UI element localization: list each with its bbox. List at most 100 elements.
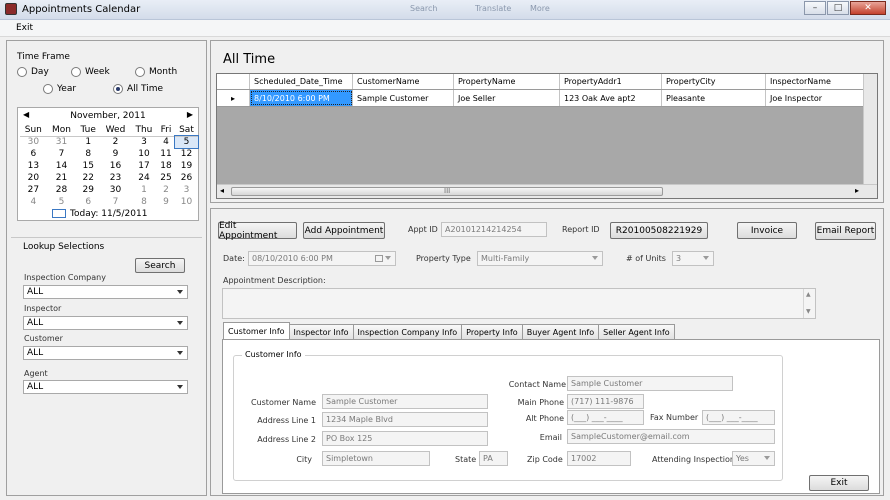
fax-number-field[interactable]: (___) ___-____ [702,410,775,425]
table-cell[interactable]: 123 Oak Ave apt2 [560,90,662,106]
calendar-day[interactable]: 2 [100,136,131,148]
column-header[interactable]: Scheduled_Date_Time [250,74,353,89]
calendar-day[interactable]: 21 [47,172,77,184]
calendar-day[interactable]: 10 [131,148,157,160]
column-header[interactable]: PropertyAddr1 [560,74,662,89]
search-button[interactable]: Search [135,258,185,273]
maximize-icon[interactable]: □ [827,1,849,15]
exit-button[interactable]: Exit [809,475,869,491]
property-type-select[interactable]: Multi-Family [477,251,603,266]
calendar-day[interactable]: 31 [47,136,77,148]
tab-seller-agent-info[interactable]: Seller Agent Info [598,324,675,339]
grid-vertical-scrollbar[interactable] [863,74,877,186]
column-header[interactable]: PropertyCity [662,74,766,89]
edit-appointment-button[interactable]: Edit Appointment [218,221,297,241]
table-cell[interactable]: Pleasante [662,90,766,106]
menu-exit[interactable]: Exit [16,23,33,33]
scroll-up-icon[interactable]: ▲ [806,291,811,298]
calendar-day[interactable]: 5 [173,135,200,149]
minimize-icon[interactable]: – [804,1,826,15]
customer-name-field[interactable]: Sample Customer [322,394,488,409]
column-header[interactable]: PropertyName [454,74,560,89]
table-cell[interactable]: 8/10/2010 6:00 PM [250,90,353,106]
calendar-day[interactable]: 16 [100,160,131,172]
calendar-day[interactable]: 13 [20,160,47,172]
calendar-day[interactable]: 30 [100,184,131,196]
calendar-day[interactable]: 7 [47,148,77,160]
table-cell[interactable]: Joe Inspector [766,90,868,106]
filter-inspection-company-select[interactable]: ALL [23,285,188,299]
calendar-day[interactable]: 9 [157,196,175,208]
calendar-day[interactable]: 14 [47,160,77,172]
tab-customer-info[interactable]: Customer Info [223,322,290,339]
email-field[interactable]: SampleCustomer@email.com [567,429,775,444]
contact-name-field[interactable]: Sample Customer [567,376,733,391]
radio-month[interactable]: Month [135,67,177,77]
calendar-day[interactable]: 8 [76,148,100,160]
calendar-day[interactable]: 29 [76,184,100,196]
radio-all-time[interactable]: All Time [113,84,163,94]
column-header[interactable]: CustomerName [353,74,454,89]
description-textarea[interactable]: ▲ ▼ [222,288,816,319]
units-select[interactable]: 3 [672,251,714,266]
calendar-day[interactable]: 11 [157,148,175,160]
scroll-thumb[interactable]: III [231,187,663,196]
calendar-day[interactable]: 22 [76,172,100,184]
calendar-day[interactable]: 25 [157,172,175,184]
calendar-day[interactable]: 5 [47,196,77,208]
calendar-today-label[interactable]: Today: 11/5/2011 [70,209,147,219]
date-picker[interactable]: 08/10/2010 6:00 PM [248,251,396,266]
description-scrollbar[interactable]: ▲ ▼ [803,289,815,318]
city-field[interactable]: Simpletown [322,451,430,466]
table-row[interactable]: ▸ 8/10/2010 6:00 PM Sample Customer Joe … [217,90,877,107]
filter-customer-select[interactable]: ALL [23,346,188,360]
calendar-day[interactable]: 10 [175,196,198,208]
calendar-day[interactable]: 15 [76,160,100,172]
scroll-left-icon[interactable]: ◂ [220,186,224,195]
address-line-2-field[interactable]: PO Box 125 [322,431,488,446]
calendar-day[interactable]: 12 [175,148,198,160]
calendar-day[interactable]: 6 [76,196,100,208]
tab-buyer-agent-info[interactable]: Buyer Agent Info [521,324,600,339]
calendar-day[interactable]: 30 [20,136,47,148]
radio-week[interactable]: Week [71,67,110,77]
calendar-day[interactable]: 20 [20,172,47,184]
calendar-day[interactable]: 1 [76,136,100,148]
table-cell[interactable]: Sample Customer [353,90,454,106]
calendar-day[interactable]: 23 [100,172,131,184]
tab-inspection-company-info[interactable]: Inspection Company Info [352,324,463,339]
radio-day[interactable]: Day [17,67,49,77]
state-field[interactable]: PA [479,451,508,466]
address-line-1-field[interactable]: 1234 Maple Blvd [322,412,488,427]
filter-agent-select[interactable]: ALL [23,380,188,394]
month-calendar[interactable]: ◀ November, 2011 ▶ Sun Mon Tue Wed Thu Fri Sat… [17,107,200,221]
calendar-day[interactable]: 1 [131,184,157,196]
close-icon[interactable]: ✕ [850,1,886,15]
zip-code-field[interactable]: 17002 [567,451,631,466]
email-report-button[interactable]: Email Report [815,222,876,240]
tab-property-info[interactable]: Property Info [461,324,523,339]
calendar-day[interactable]: 3 [131,136,157,148]
calendar-day[interactable]: 17 [131,160,157,172]
calendar-day[interactable]: 18 [157,160,175,172]
table-cell[interactable]: Joe Seller [454,90,560,106]
main-phone-field[interactable]: (717) 111-9876 [567,394,644,409]
calendar-day[interactable]: 19 [175,160,198,172]
calendar-day[interactable]: 28 [47,184,77,196]
calendar-day[interactable]: 4 [20,196,47,208]
calendar-day[interactable]: 2 [157,184,175,196]
invoice-button[interactable]: Invoice [737,222,797,239]
calendar-day[interactable]: 27 [20,184,47,196]
calendar-day[interactable]: 4 [157,136,175,148]
alt-phone-field[interactable]: (___) ___-____ [567,410,644,425]
column-header[interactable]: InspectorName [766,74,868,89]
scroll-down-icon[interactable]: ▼ [806,308,811,315]
calendar-day[interactable]: 8 [131,196,157,208]
next-month-icon[interactable]: ▶ [187,110,193,119]
appointments-grid[interactable]: Scheduled_Date_Time CustomerName Propert… [216,73,878,199]
filter-inspector-select[interactable]: ALL [23,316,188,330]
report-id-button[interactable]: R20100508221929 [610,222,708,239]
attending-inspection-select[interactable]: Yes [732,451,775,466]
calendar-day[interactable]: 26 [175,172,198,184]
scroll-right-icon[interactable]: ▸ [855,186,859,195]
